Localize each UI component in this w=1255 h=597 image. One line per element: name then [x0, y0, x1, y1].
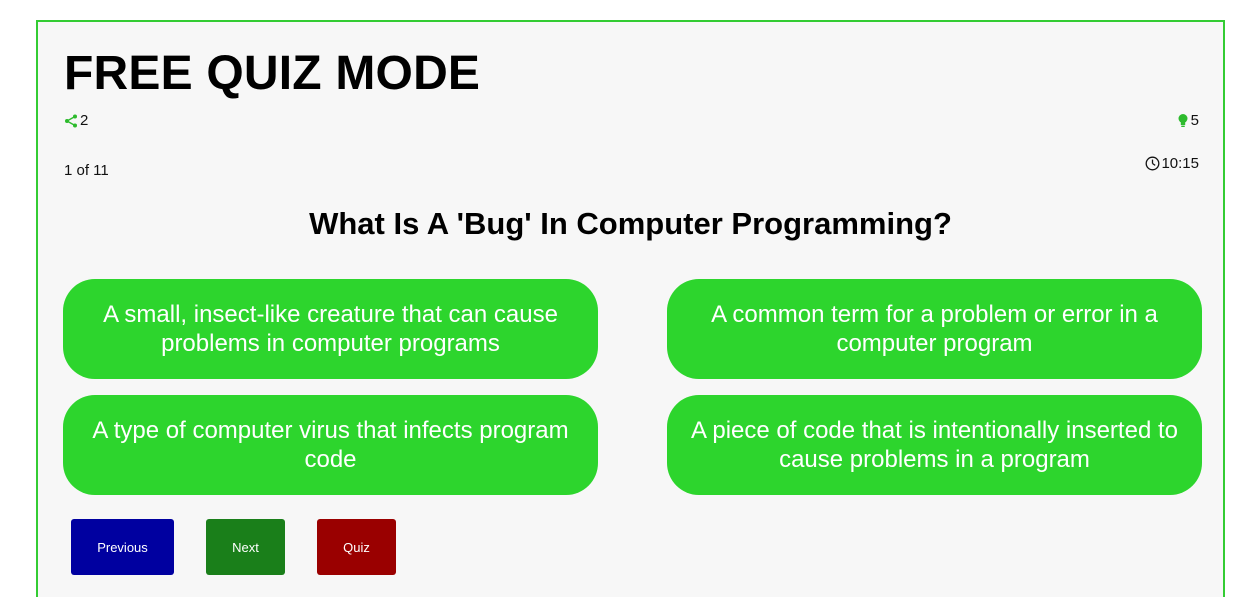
previous-button[interactable]: Previous [71, 519, 174, 575]
quiz-button[interactable]: Quiz [317, 519, 396, 575]
answer-option-3[interactable]: A type of computer virus that infects pr… [63, 395, 598, 495]
page-title: FREE QUIZ MODE [64, 47, 481, 100]
clock-icon [1145, 156, 1160, 171]
answer-option-1[interactable]: A small, insect-like creature that can c… [63, 279, 598, 379]
hint-count: 5 [1190, 112, 1199, 129]
question-progress: 1 of 11 [64, 162, 109, 179]
hint-stat[interactable]: 5 [1177, 112, 1199, 129]
answer-option-4[interactable]: A piece of code that is intentionally in… [667, 395, 1202, 495]
lightbulb-icon [1177, 113, 1189, 128]
share-count: 2 [80, 112, 89, 129]
share-stat[interactable]: 2 [64, 112, 88, 129]
timer-value: 10:15 [1161, 155, 1199, 172]
answer-option-2[interactable]: A common term for a problem or error in … [667, 279, 1202, 379]
question-text: What Is A 'Bug' In Computer Programming? [309, 206, 952, 241]
timer: 10:15 [1145, 155, 1199, 172]
next-button[interactable]: Next [206, 519, 285, 575]
share-icon [64, 114, 78, 128]
quiz-card: FREE QUIZ MODE 2 5 1 of 11 10:15 What Is… [36, 20, 1225, 597]
page: FREE QUIZ MODE 2 5 1 of 11 10:15 What Is… [0, 0, 1255, 597]
